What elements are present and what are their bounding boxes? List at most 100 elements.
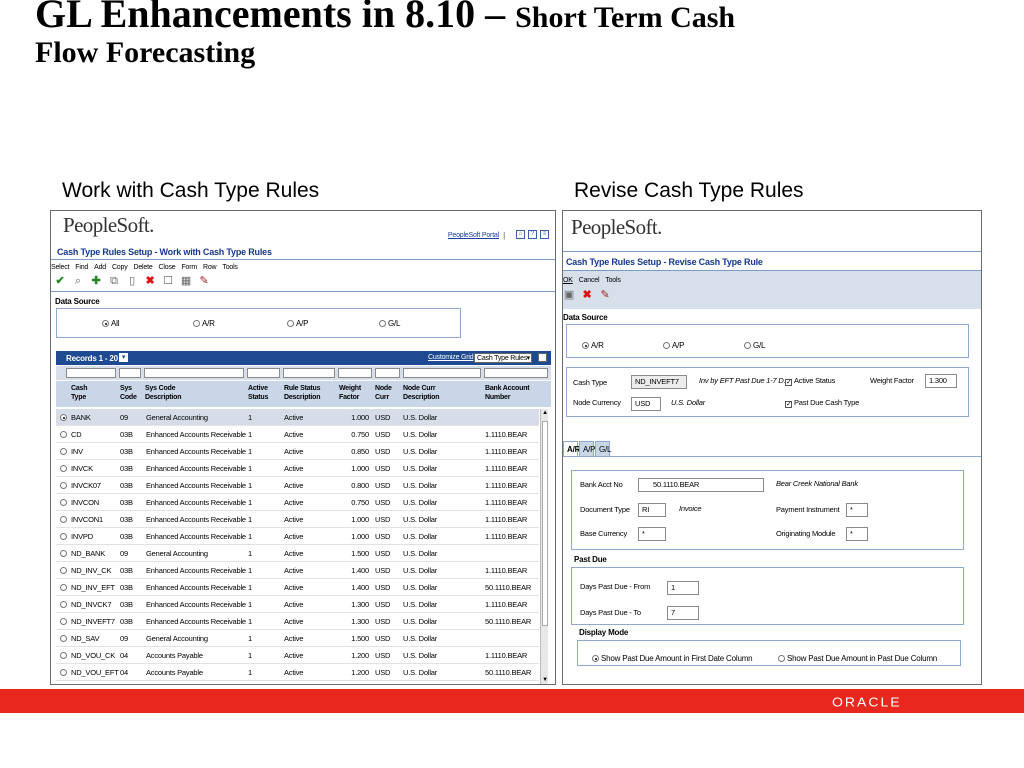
radio-ar[interactable]: A/R (193, 319, 215, 328)
peoplesoft-portal-link[interactable]: PeopleSoft Portal (448, 232, 499, 239)
select-check-icon[interactable]: ✔ (51, 274, 69, 287)
base-currency-field[interactable]: * (638, 527, 666, 541)
row-select-radio[interactable] (60, 635, 67, 642)
tab-ap[interactable]: A/P (579, 441, 595, 456)
grid-format-select[interactable]: Cash Type Rules (474, 353, 532, 364)
row-select-radio[interactable] (60, 533, 67, 540)
qbe-sys-code[interactable] (119, 368, 141, 378)
qbe-sys-code-desc[interactable] (144, 368, 244, 378)
weight-factor-field[interactable]: 1.300 (925, 374, 957, 388)
qbe-rule-status[interactable] (283, 368, 335, 378)
row-select-radio[interactable] (60, 414, 67, 421)
menu-select[interactable]: Select (51, 264, 69, 271)
table-row[interactable]: ND_INVCK7 03B Enhanced Accounts Receivable… (56, 596, 539, 613)
bank-acct-field[interactable]: 50.1110.BEAR (638, 478, 764, 492)
form-icon[interactable]: ☐ (159, 274, 177, 287)
save-icon[interactable]: ▣ (563, 288, 578, 301)
table-row[interactable]: CD 03B Enhanced Accounts Receivable 1 Active… (56, 426, 539, 443)
table-row[interactable]: ND_VOU_CK 04 Accounts Payable 1 Active 1.200 U… (56, 647, 539, 664)
active-status-checkbox[interactable]: ✓ Active Status (785, 376, 835, 386)
table-row[interactable]: INVCON1 03B Enhanced Accounts Receivable 1 A… (56, 511, 539, 528)
table-row[interactable]: INVCK 03B Enhanced Accounts Receivable 1 Act… (56, 460, 539, 477)
tools-icon[interactable]: ✎ (596, 288, 614, 301)
checkbox-checked-icon[interactable]: ✓ (785, 379, 792, 386)
qbe-node-curr[interactable] (375, 368, 400, 378)
radio-circle[interactable] (663, 342, 670, 349)
scroll-down-icon[interactable]: ▼ (541, 676, 549, 684)
table-row[interactable]: ND_BANK 09 General Accounting 1 Active 1.500 U… (56, 545, 539, 562)
row-select-radio[interactable] (60, 431, 67, 438)
menu-row[interactable]: Row (203, 264, 217, 271)
qbe-weight-factor[interactable] (338, 368, 372, 378)
grid-export-icon[interactable] (538, 353, 547, 362)
customize-grid-link[interactable]: Customize Grid (428, 354, 474, 361)
node-currency-field[interactable]: USD (631, 397, 661, 411)
payment-instrument-field[interactable]: * (846, 503, 868, 517)
tab-ar[interactable]: A/R (563, 441, 580, 456)
table-row[interactable]: ND_INVEFT7 03B Enhanced Accounts Receivabl… (56, 613, 539, 630)
menu-delete[interactable]: Delete (134, 264, 153, 271)
menu-ok[interactable]: OK (563, 277, 573, 284)
radio-circle[interactable] (379, 320, 386, 327)
tab-gl[interactable]: G/L (595, 441, 611, 456)
menu-find[interactable]: Find (75, 264, 88, 271)
checkbox-checked-icon[interactable]: ✓ (785, 401, 792, 408)
radio-circle[interactable] (744, 342, 751, 349)
menu-tools[interactable]: Tools (222, 264, 238, 271)
radio-circle[interactable] (778, 655, 785, 662)
radio-gl[interactable]: G/L (379, 319, 401, 328)
radio-past-due-column[interactable]: Show Past Due Amount in Past Due Column (778, 654, 937, 663)
menu-tools[interactable]: Tools (605, 277, 621, 284)
menu-close[interactable]: Close (159, 264, 176, 271)
menu-form[interactable]: Form (181, 264, 197, 271)
close-x-icon[interactable]: ✖ (141, 274, 159, 287)
past-due-cash-type-checkbox[interactable]: ✓ Past Due Cash Type (785, 398, 859, 408)
table-row[interactable]: ND_VOU_EFT 04 Accounts Payable 1 Active 1.200… (56, 664, 539, 681)
row-select-radio[interactable] (60, 499, 67, 506)
col-sys-code[interactable]: Sys Code (120, 384, 137, 402)
originating-module-field[interactable]: * (846, 527, 868, 541)
table-row[interactable]: INV 03B Enhanced Accounts Receivable 1 Activ… (56, 443, 539, 460)
tools-icon[interactable]: ✎ (195, 274, 213, 287)
qbe-bank-account[interactable] (484, 368, 548, 378)
col-rule-status[interactable]: Rule Status Description (284, 384, 321, 402)
col-node-curr-desc[interactable]: Node Curr Description (403, 384, 440, 402)
radio-circle[interactable] (592, 655, 599, 662)
table-row[interactable]: ND_INV_EFT 03B Enhanced Accounts Receivabl… (56, 579, 539, 596)
col-sys-code-desc[interactable]: Sys Code Description (145, 384, 182, 402)
qbe-node-curr-desc[interactable] (403, 368, 481, 378)
row-select-radio[interactable] (60, 465, 67, 472)
radio-ap[interactable]: A/P (663, 341, 685, 350)
col-active-status[interactable]: Active Status (248, 384, 268, 402)
row-select-radio[interactable] (60, 567, 67, 574)
radio-circle[interactable] (102, 320, 109, 327)
grid-nav-icon[interactable]: ▾ (119, 353, 128, 362)
radio-circle[interactable] (193, 320, 200, 327)
menu-add[interactable]: Add (94, 264, 106, 271)
help-icon[interactable]: ? (528, 230, 537, 239)
table-row[interactable]: INVCK07 03B Enhanced Accounts Receivable 1 A… (56, 477, 539, 494)
table-row[interactable]: ND_SAV 09 General Accounting 1 Active 1.500 US… (56, 630, 539, 647)
col-node-curr[interactable]: Node Curr (375, 384, 392, 402)
radio-all[interactable]: All (102, 319, 120, 328)
row-select-radio[interactable] (60, 618, 67, 625)
days-from-field[interactable]: 1 (667, 581, 699, 595)
menu-cancel[interactable]: Cancel (579, 277, 600, 284)
radio-circle[interactable] (287, 320, 294, 327)
cancel-x-icon[interactable]: ✖ (578, 288, 596, 301)
table-row[interactable]: BANK 09 General Accounting 1 Active 1.000 USD U… (56, 409, 539, 426)
col-bank-account[interactable]: Bank Account Number (485, 384, 530, 402)
table-row[interactable]: ND_INV_CK 03B Enhanced Accounts Receivable… (56, 562, 539, 579)
radio-ap[interactable]: A/P (287, 319, 309, 328)
home-icon[interactable]: ⌂ (516, 230, 525, 239)
col-cash-type[interactable]: Cash Type (71, 384, 88, 402)
row-icon[interactable]: ▦ (177, 274, 195, 287)
add-plus-icon[interactable]: ✚ (87, 274, 105, 287)
find-icon[interactable]: ⌕ (69, 275, 87, 288)
row-select-radio[interactable] (60, 448, 67, 455)
scroll-up-icon[interactable]: ▲ (541, 409, 549, 418)
radio-gl[interactable]: G/L (744, 341, 766, 350)
cash-type-field[interactable]: ND_INVEFT7 (631, 375, 687, 389)
menu-copy[interactable]: Copy (112, 264, 128, 271)
copy-icon[interactable]: ⧉ (105, 275, 123, 288)
